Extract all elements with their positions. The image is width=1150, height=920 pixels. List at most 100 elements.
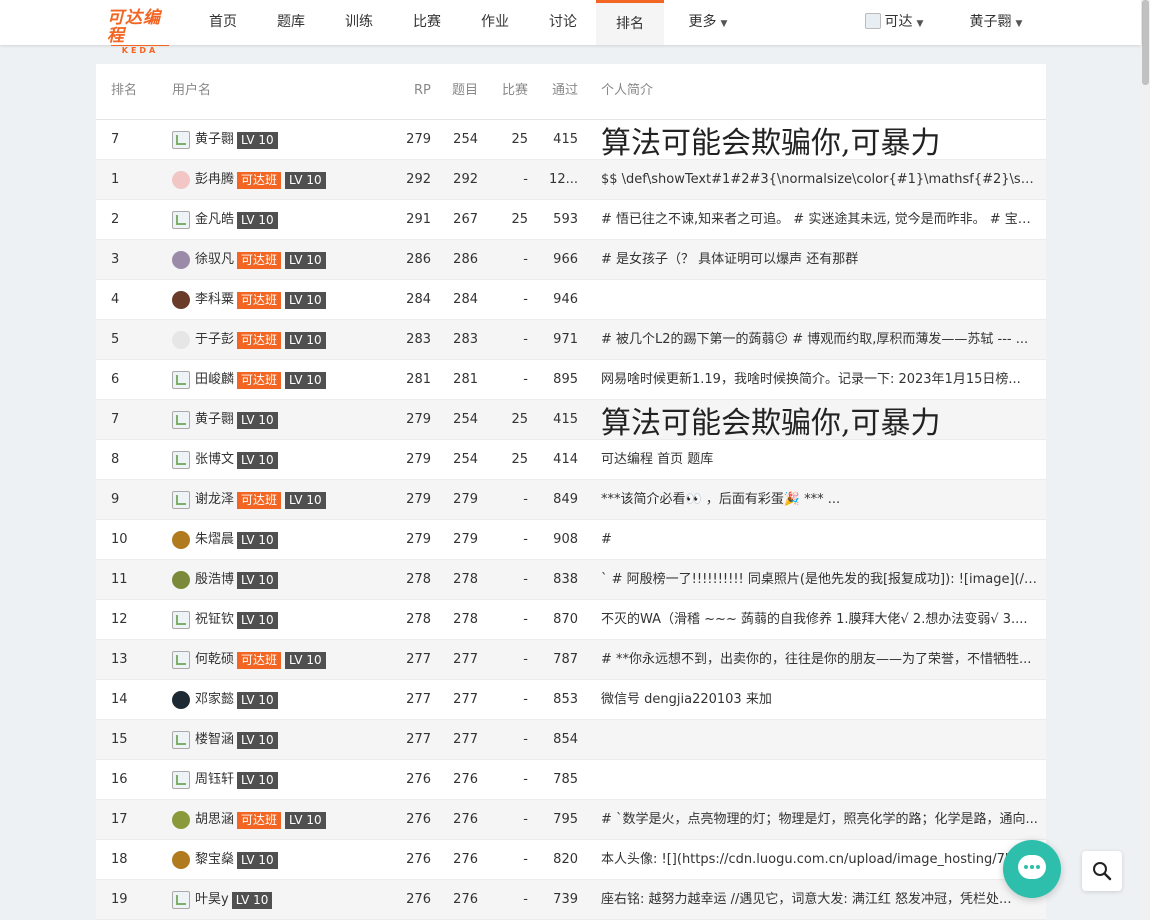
table-row[interactable]: 4 李科粟 可达班 LV 10 284 284 - 946 — [96, 280, 1046, 320]
table-row[interactable]: 10 朱熠晨 LV 10 279 279 - 908 # — [96, 520, 1046, 560]
username-link[interactable]: 谢龙泽 — [195, 480, 234, 520]
rp-cell: 276 — [406, 892, 431, 907]
chat-button[interactable] — [1003, 840, 1061, 898]
col-rp[interactable]: RP — [414, 64, 431, 118]
nav-problems[interactable]: 题库 — [276, 0, 306, 45]
solved-cell: 254 — [453, 412, 478, 427]
username-link[interactable]: 黄子翾 — [195, 120, 234, 160]
page-scrollbar[interactable] — [1141, 0, 1150, 920]
language-switch[interactable]: 可达 ▼ — [861, 0, 927, 45]
rank-cell: 16 — [111, 772, 128, 787]
table-row[interactable]: 1 彭冉腾 可达班 LV 10 292 292 - 12... $$ \def\showText… — [96, 160, 1046, 200]
col-passed[interactable]: 通过 — [552, 64, 578, 118]
solved-cell: 254 — [453, 452, 478, 467]
col-solved[interactable]: 题目 — [452, 64, 478, 118]
avatar[interactable] — [172, 331, 190, 349]
username-link[interactable]: 张博文 — [195, 440, 234, 480]
table-row[interactable]: 17 胡思涵 可达班 LV 10 276 276 - 795 # `数学是火，点亮物理的灯；物理… — [96, 800, 1046, 840]
table-row[interactable]: 6 田峻麟 可达班 LV 10 281 281 - 895 网易啥时候更新1.19，我啥时候换简… — [96, 360, 1046, 400]
contest-cell: - — [523, 772, 528, 787]
username-link[interactable]: 周钰轩 — [195, 760, 234, 800]
avatar-placeholder-icon — [172, 131, 190, 149]
rp-cell: 276 — [406, 772, 431, 787]
rank-cell: 9 — [111, 492, 120, 507]
contest-cell: - — [523, 612, 528, 627]
username-link[interactable]: 邓家懿 — [195, 680, 234, 720]
table-row[interactable]: 7 黄子翾 LV 10 279 254 25 415 算法可能会欺骗你,可暴力 — [96, 400, 1046, 440]
table-row[interactable]: 3 徐驭凡 可达班 LV 10 286 286 - 966 # 是女孩子（？ 具体证明可以爆声 … — [96, 240, 1046, 280]
username-link[interactable]: 于子彭 — [195, 320, 234, 360]
avatar-placeholder-icon — [172, 451, 190, 469]
username-link[interactable]: 彭冉腾 — [195, 160, 234, 200]
rp-cell: 279 — [406, 532, 431, 547]
solved-cell: 278 — [453, 612, 478, 627]
class-badge: 可达班 — [237, 331, 282, 349]
chevron-down-icon: ▼ — [720, 19, 728, 29]
table-row[interactable]: 16 周钰轩 LV 10 276 276 - 785 — [96, 760, 1046, 800]
table-row[interactable]: 5 于子彭 可达班 LV 10 283 283 - 971 # 被几个L2的踢下第一的蒟蒻😕 #… — [96, 320, 1046, 360]
search-button[interactable] — [1082, 851, 1122, 891]
avatar[interactable] — [172, 851, 190, 869]
class-badge: 可达班 — [237, 811, 282, 829]
username-link[interactable]: 田峻麟 — [195, 360, 234, 400]
table-row[interactable]: 2 金凡皓 LV 10 291 267 25 593 # 悟已往之不谏,知来者之可追。 # 实… — [96, 200, 1046, 240]
avatar-placeholder-icon — [172, 211, 190, 229]
username-link[interactable]: 殷浩博 — [195, 560, 234, 600]
table-row[interactable]: 13 何乾硕 可达班 LV 10 277 277 - 787 # **你永远想不到，出卖你的，往… — [96, 640, 1046, 680]
level-badge: LV 10 — [237, 411, 278, 429]
col-username[interactable]: 用户名 — [172, 64, 211, 118]
col-bio: 个人简介 — [601, 83, 654, 98]
level-badge: LV 10 — [285, 491, 326, 509]
username-link[interactable]: 李科粟 — [195, 280, 234, 320]
nav-home[interactable]: 首页 — [208, 0, 238, 45]
username-link[interactable]: 黄子翾 — [195, 400, 234, 440]
col-contest[interactable]: 比赛 — [502, 64, 528, 118]
avatar[interactable] — [172, 291, 190, 309]
table-row[interactable]: 15 楼智涵 LV 10 277 277 - 854 — [96, 720, 1046, 760]
username-link[interactable]: 徐驭凡 — [195, 240, 234, 280]
avatar[interactable] — [172, 531, 190, 549]
nav-discussion[interactable]: 讨论 — [548, 0, 578, 45]
level-badge: LV 10 — [237, 131, 278, 149]
nav-contest[interactable]: 比赛 — [412, 0, 442, 45]
solved-cell: 279 — [453, 492, 478, 507]
logo-text: 可达编程 — [107, 8, 161, 46]
avatar[interactable] — [172, 691, 190, 709]
keda-logo[interactable]: 可达编程 KEDA — [107, 9, 177, 55]
table-row[interactable]: 19 叶昊y LV 10 276 276 - 739 座右铭: 越努力越幸运 //遇见它，词意… — [96, 880, 1046, 920]
username-link[interactable]: 叶昊y — [195, 880, 229, 920]
bio-cell: # 悟已往之不谏,知来者之可追。 # 实迷途其未远, 觉今是而昨非。 # 宝剑.… — [601, 212, 1039, 227]
passed-cell: 593 — [553, 212, 578, 227]
nav-homework[interactable]: 作业 — [480, 0, 510, 45]
nav-ranking[interactable]: 排名 — [596, 0, 664, 45]
avatar[interactable] — [172, 571, 190, 589]
table-row[interactable]: 14 邓家懿 LV 10 277 277 - 853 微信号 dengjia220103 来加 — [96, 680, 1046, 720]
avatar[interactable] — [172, 171, 190, 189]
username-link[interactable]: 金凡皓 — [195, 200, 234, 240]
username-link[interactable]: 胡思涵 — [195, 800, 234, 840]
contest-cell: - — [523, 572, 528, 587]
nav-more[interactable]: 更多 ▼ — [684, 0, 732, 45]
col-rank[interactable]: 排名 — [111, 64, 137, 118]
level-badge: LV 10 — [237, 611, 278, 629]
table-row[interactable]: 18 黎宝燊 LV 10 276 276 - 820 本人头像: ![](https://cd… — [96, 840, 1046, 880]
rank-cell: 5 — [111, 332, 120, 347]
avatar[interactable] — [172, 251, 190, 269]
user-menu[interactable]: 黄子翾 ▼ — [965, 0, 1027, 45]
avatar[interactable] — [172, 811, 190, 829]
table-row[interactable]: 9 谢龙泽 可达班 LV 10 279 279 - 849 ***该简介必看👀 ，后面有彩蛋🎉 … — [96, 480, 1046, 520]
table-row[interactable]: 11 殷浩博 LV 10 278 278 - 838 ` # 阿殷榜一了!!!!!!!!!! … — [96, 560, 1046, 600]
username-link[interactable]: 朱熠晨 — [195, 520, 234, 560]
scrollbar-thumb[interactable] — [1142, 0, 1149, 85]
username-link[interactable]: 楼智涵 — [195, 720, 234, 760]
username-link[interactable]: 黎宝燊 — [195, 840, 234, 880]
username-link[interactable]: 何乾硕 — [195, 640, 234, 680]
contest-cell: - — [523, 812, 528, 827]
nav-training[interactable]: 训练 — [344, 0, 374, 45]
table-row[interactable]: 7 黄子翾 LV 10 279 254 25 415 算法可能会欺骗你,可暴力 — [96, 120, 1046, 160]
user-cell: 黎宝燊 LV 10 — [172, 840, 282, 880]
username-link[interactable]: 祝钲钦 — [195, 600, 234, 640]
table-row[interactable]: 12 祝钲钦 LV 10 278 278 - 870 不灭的WA（滑稽 ~~~ 蒟蒻的自我修养… — [96, 600, 1046, 640]
level-badge: LV 10 — [285, 331, 326, 349]
table-row[interactable]: 8 张博文 LV 10 279 254 25 414 可达编程 首页 题库 — [96, 440, 1046, 480]
